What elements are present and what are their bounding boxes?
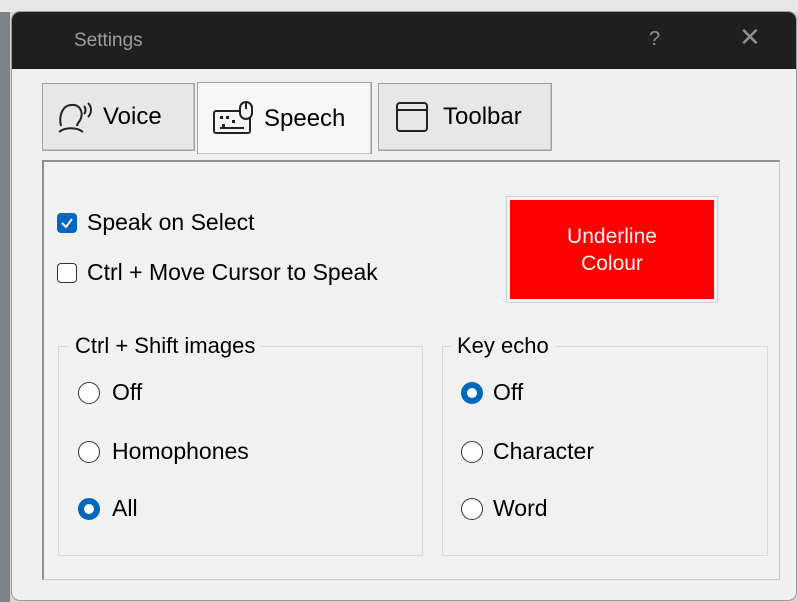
radio-unselected-icon [461, 497, 483, 520]
title-bar[interactable]: Settings ? ✕ [12, 12, 796, 69]
ctrl-move-cursor-checkbox[interactable]: Ctrl + Move Cursor to Speak [57, 259, 378, 286]
radio-echo-word[interactable]: Word [461, 495, 548, 522]
underline-colour-button[interactable]: Underline Colour [507, 197, 717, 302]
ctrl-move-cursor-label: Ctrl + Move Cursor to Speak [87, 259, 378, 285]
window-frame-icon [395, 100, 429, 134]
ctrl-shift-images-legend: Ctrl + Shift images [69, 333, 262, 359]
background-strip [0, 0, 10, 602]
radio-selected-icon [78, 497, 100, 520]
help-button[interactable]: ? [649, 28, 660, 51]
radio-unselected-icon [461, 440, 483, 463]
tab-toolbar[interactable]: Toolbar [378, 83, 552, 151]
tab-voice-label: Voice [103, 103, 162, 130]
underline-colour-label: Underline Colour [567, 224, 657, 275]
tab-speech-label: Speech [264, 104, 346, 132]
checkbox-checked-icon [57, 212, 77, 233]
background-top [0, 0, 798, 12]
key-echo-legend: Key echo [451, 333, 555, 359]
speak-on-select-label: Speak on Select [87, 209, 255, 235]
keyboard-mouse-icon [212, 99, 258, 139]
radio-echo-off-label: Off [493, 379, 524, 405]
radio-echo-character[interactable]: Character [461, 438, 594, 465]
radio-images-homophones-label: Homophones [112, 438, 249, 464]
window-title: Settings [74, 30, 143, 51]
tab-toolbar-label: Toolbar [443, 103, 522, 130]
checkbox-unchecked-icon [57, 262, 77, 283]
radio-images-homophones[interactable]: Homophones [78, 438, 249, 465]
radio-echo-character-label: Character [493, 438, 594, 464]
radio-images-off-label: Off [112, 379, 143, 405]
radio-echo-off[interactable]: Off [461, 379, 523, 406]
radio-echo-word-label: Word [493, 495, 548, 521]
radio-selected-icon [461, 381, 483, 404]
settings-dialog: Settings ? ✕ Voice Speech Toolbar Speak … [12, 12, 796, 600]
radio-images-all[interactable]: All [78, 495, 138, 522]
speak-on-select-checkbox[interactable]: Speak on Select [57, 209, 255, 236]
voice-head-icon [53, 96, 95, 138]
close-button[interactable]: ✕ [739, 24, 761, 50]
tab-voice[interactable]: Voice [42, 83, 195, 151]
radio-unselected-icon [78, 381, 100, 404]
radio-images-off[interactable]: Off [78, 379, 142, 406]
radio-unselected-icon [78, 440, 100, 463]
radio-images-all-label: All [112, 495, 138, 521]
tab-speech[interactable]: Speech [197, 82, 372, 154]
